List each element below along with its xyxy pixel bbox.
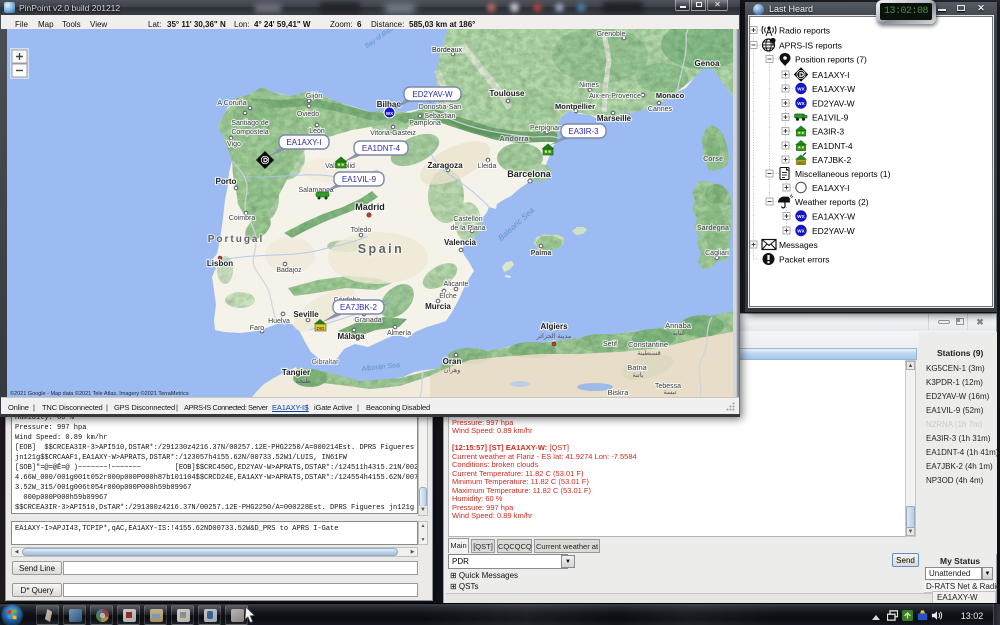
svg-text:Packet errors: Packet errors	[779, 255, 830, 265]
svg-text:Marseille: Marseille	[597, 114, 632, 123]
svg-text:EA1AXY-I: EA1AXY-I	[812, 183, 850, 193]
svg-text:Cannes: Cannes	[648, 106, 673, 113]
svg-text:Santiago de: Santiago de	[231, 120, 268, 127]
svg-text:APRS-IS reports: APRS-IS reports	[779, 41, 842, 51]
svg-text:EA1DNT-4: EA1DNT-4	[812, 141, 853, 151]
svg-text:تبسة: تبسة	[663, 389, 676, 396]
svg-text:باتنة: باتنة	[632, 371, 643, 379]
svg-text:Monaco: Monaco	[656, 91, 685, 100]
svg-text:EA3IR-3: EA3IR-3	[568, 127, 599, 136]
svg-text:EA1AXY-I: EA1AXY-I	[812, 70, 850, 80]
svg-text:Castellón: Castellón	[453, 216, 482, 223]
svg-text:Toledo: Toledo	[351, 227, 372, 234]
svg-text:ED2YAV-W: ED2YAV-W	[812, 226, 855, 236]
svg-text:León: León	[309, 128, 325, 135]
svg-text:Bordeaux: Bordeaux	[432, 47, 462, 54]
svg-text:Madrid: Madrid	[355, 202, 385, 212]
svg-text:Setif: Setif	[603, 341, 617, 348]
svg-text:DIG: DIG	[797, 160, 804, 165]
svg-text:Radio reports: Radio reports	[779, 26, 830, 36]
svg-text:Algiers: Algiers	[540, 322, 568, 331]
svg-text:Donostia-San: Donostia-San	[419, 104, 462, 111]
svg-text:Pamplona: Pamplona	[409, 120, 441, 127]
svg-text:Vigo: Vigo	[227, 141, 241, 148]
svg-text:Cagliari: Cagliari	[705, 250, 729, 257]
svg-text:Faro: Faro	[250, 325, 265, 332]
svg-text:Málaga: Málaga	[337, 332, 365, 341]
svg-text:EA1AXY-I: EA1AXY-I	[286, 138, 321, 147]
svg-text:Valencia: Valencia	[444, 238, 477, 247]
svg-text:طنجة: طنجة	[296, 377, 312, 385]
svg-text:قسنطينة: قسنطينة	[637, 349, 661, 357]
svg-text:Zaragoza: Zaragoza	[427, 161, 463, 170]
svg-text:Annaba: Annaba	[665, 321, 692, 330]
svg-text:de la Plana: de la Plana	[450, 225, 485, 232]
svg-text:Corse: Corse	[703, 156, 723, 163]
svg-text:Aix-en-Provence: Aix-en-Provence	[589, 93, 641, 100]
svg-text:Sebastian: Sebastian	[424, 113, 455, 120]
svg-text:مدينة الجزائر: مدينة الجزائر	[536, 332, 572, 340]
svg-text:ED2YAV-W: ED2YAV-W	[412, 90, 453, 99]
svg-text:Badajoz: Badajoz	[276, 267, 302, 274]
svg-text:Miscellaneous reports (1): Miscellaneous reports (1)	[795, 169, 891, 179]
svg-text:WX: WX	[386, 111, 393, 116]
svg-text:EA7JBK-2: EA7JBK-2	[812, 155, 851, 165]
svg-text:Lleida: Lleida	[478, 163, 497, 170]
svg-text:Constantine: Constantine	[628, 340, 668, 349]
svg-text:Lisbon: Lisbon	[207, 259, 233, 268]
svg-text:EA1VIL-9: EA1VIL-9	[342, 175, 377, 184]
svg-text:Gijón: Gijón	[306, 93, 322, 100]
svg-text:©2021 Google - Map data ©2021: ©2021 Google - Map data ©2021 Tele Atlas…	[10, 390, 189, 397]
svg-text:Seville: Seville	[293, 310, 319, 319]
svg-text:EA1DNT-4: EA1DNT-4	[362, 144, 401, 153]
svg-text:Tangier: Tangier	[282, 368, 310, 377]
svg-text:Andorra: Andorra	[499, 134, 529, 143]
svg-text:Genoa: Genoa	[695, 59, 720, 68]
svg-text:Granada: Granada	[354, 317, 381, 324]
svg-text:Barcelona: Barcelona	[507, 169, 552, 179]
svg-text:Position reports (7): Position reports (7)	[795, 55, 867, 65]
svg-text:Palma: Palma	[531, 250, 552, 257]
svg-text:Grenoble: Grenoble	[597, 31, 626, 38]
svg-text:Alicante: Alicante	[444, 281, 469, 288]
svg-text:Montpellier: Montpellier	[555, 102, 595, 111]
svg-text:Huelva: Huelva	[268, 318, 290, 325]
svg-text:Spain: Spain	[358, 242, 405, 256]
svg-text:Murcia: Murcia	[425, 302, 451, 311]
svg-text:Vitoria-Gasteiz: Vitoria-Gasteiz	[370, 130, 416, 137]
svg-text:وهران: وهران	[444, 366, 461, 374]
svg-text:Biskra: Biskra	[608, 388, 630, 397]
svg-text:Gibraltar: Gibraltar	[312, 359, 340, 366]
svg-text:Coimbra: Coimbra	[229, 215, 256, 222]
svg-text:Nimes: Nimes	[579, 82, 599, 89]
svg-text:Elche: Elche	[439, 293, 457, 300]
svg-text:A Coruña: A Coruña	[217, 100, 246, 107]
svg-text:ED2YAV-W: ED2YAV-W	[812, 99, 855, 109]
svg-text:EA7JBK-2: EA7JBK-2	[340, 303, 377, 312]
svg-text:EA1AXY-W: EA1AXY-W	[812, 84, 855, 94]
svg-text:Oran: Oran	[443, 357, 462, 366]
svg-text:EA1VIL-9: EA1VIL-9	[812, 113, 849, 123]
svg-text:DIG: DIG	[316, 326, 325, 331]
svg-text:EA1AXY-W: EA1AXY-W	[812, 212, 855, 222]
svg-text:Toulouse: Toulouse	[490, 89, 526, 98]
svg-text:Perpignan: Perpignan	[530, 125, 562, 132]
svg-text:Porto: Porto	[216, 177, 237, 186]
svg-text:Messages: Messages	[779, 240, 818, 250]
svg-text:Weather reports (2): Weather reports (2)	[795, 197, 869, 207]
svg-text:عنابة: عنابة	[672, 329, 685, 337]
svg-text:Sardegna: Sardegna	[697, 225, 729, 232]
svg-text:Oviedo: Oviedo	[297, 111, 319, 118]
svg-text:Batna: Batna	[627, 363, 647, 372]
svg-text:Almería: Almería	[387, 330, 411, 337]
svg-text:Compostela: Compostela	[231, 129, 268, 136]
svg-text:Portugal: Portugal	[208, 234, 265, 245]
svg-text:EA3IR-3: EA3IR-3	[812, 127, 844, 137]
